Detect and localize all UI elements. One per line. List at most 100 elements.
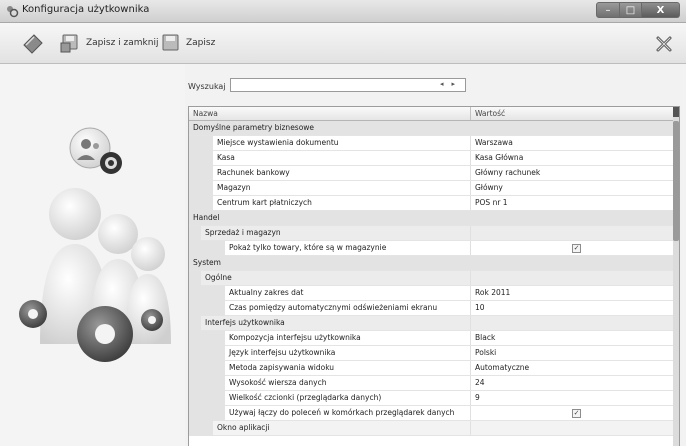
value-cell[interactable] bbox=[470, 346, 674, 360]
column-header-name[interactable]: Nazwa bbox=[193, 109, 218, 118]
group-row[interactable]: System bbox=[189, 256, 673, 271]
toolbar: Zapisz i zamknij Zapisz bbox=[0, 23, 686, 64]
row-name: Aktualny zakres dat bbox=[229, 288, 304, 297]
row-value[interactable]: 9 bbox=[475, 393, 480, 402]
row-indent bbox=[189, 376, 225, 391]
setting-row[interactable]: Czas pomiędzy automatycznymi odświeżenia… bbox=[189, 301, 673, 316]
setting-row[interactable]: Centrum kart płatniczych POS nr 1 bbox=[189, 196, 673, 211]
save-close-icon bbox=[60, 34, 78, 53]
row-name: Kompozycja interfejsu użytkownika bbox=[229, 333, 361, 342]
row-indent bbox=[189, 406, 225, 421]
row-indent bbox=[189, 391, 225, 406]
row-name: Domyślne parametry biznesowe bbox=[193, 123, 315, 132]
search-next-button[interactable]: ▸ bbox=[452, 80, 456, 88]
value-checkbox[interactable]: ✓ bbox=[572, 409, 581, 418]
row-value[interactable]: Główny rachunek bbox=[475, 168, 540, 177]
row-value[interactable]: POS nr 1 bbox=[475, 198, 508, 207]
row-indent bbox=[189, 271, 201, 286]
group-row[interactable]: Handel bbox=[189, 211, 673, 226]
row-name: Używaj łączy do poleceń w komórkach prze… bbox=[229, 408, 455, 417]
row-value[interactable]: 10 bbox=[475, 303, 485, 312]
row-name: Miejsce wystawienia dokumentu bbox=[217, 138, 339, 147]
column-header-value[interactable]: Wartość bbox=[475, 109, 505, 118]
group-row[interactable]: Interfejs użytkownika bbox=[189, 316, 673, 331]
row-indent bbox=[189, 181, 213, 196]
minimize-button[interactable]: – bbox=[596, 2, 620, 18]
setting-row[interactable]: Aktualny zakres dat Rok 2011 bbox=[189, 286, 673, 301]
value-cell[interactable] bbox=[470, 316, 674, 330]
row-value[interactable]: Główny bbox=[475, 183, 503, 192]
group-row[interactable]: Domyślne parametry biznesowe bbox=[189, 121, 673, 136]
row-value[interactable]: Kasa Główna bbox=[475, 153, 523, 162]
row-name: Język interfejsu użytkownika bbox=[229, 348, 336, 357]
search-input[interactable] bbox=[230, 78, 466, 92]
group-row[interactable]: Sprzedaż i magazyn bbox=[189, 226, 673, 241]
row-name: Wielkość czcionki (przeglądarka danych) bbox=[229, 393, 382, 402]
setting-row[interactable]: Kasa Kasa Główna bbox=[189, 151, 673, 166]
row-indent bbox=[189, 346, 225, 361]
row-indent bbox=[189, 286, 225, 301]
row-value[interactable]: Rok 2011 bbox=[475, 288, 510, 297]
row-value[interactable]: Black bbox=[475, 333, 495, 342]
row-indent bbox=[189, 331, 225, 346]
row-value[interactable]: 24 bbox=[475, 378, 485, 387]
save-and-close-label: Zapisz i zamknij bbox=[86, 38, 159, 48]
row-value[interactable]: Warszawa bbox=[475, 138, 513, 147]
back-icon[interactable] bbox=[20, 31, 46, 55]
row-name: Wysokość wiersza danych bbox=[229, 378, 327, 387]
vertical-scrollbar[interactable] bbox=[673, 107, 679, 446]
save-and-close-button[interactable]: Zapisz i zamknij bbox=[60, 33, 158, 53]
column-separator[interactable] bbox=[470, 107, 471, 120]
setting-row[interactable]: Metoda zapisywania widoku Automatyczne bbox=[189, 361, 673, 376]
row-indent bbox=[189, 301, 225, 316]
setting-row[interactable]: Język interfejsu użytkownika Polski bbox=[189, 346, 673, 361]
app-icon bbox=[7, 6, 19, 18]
title-bar[interactable]: Konfiguracja użytkownika – □ X bbox=[0, 0, 686, 23]
value-cell[interactable] bbox=[470, 376, 674, 390]
setting-row[interactable]: Magazyn Główny bbox=[189, 181, 673, 196]
setting-row[interactable]: Miejsce wystawienia dokumentu Warszawa bbox=[189, 136, 673, 151]
value-cell[interactable] bbox=[470, 421, 674, 435]
illustration-panel bbox=[0, 64, 185, 446]
group-row[interactable]: Okno aplikacji bbox=[189, 421, 673, 436]
row-name: Metoda zapisywania widoku bbox=[229, 363, 335, 372]
row-value[interactable]: Automatyczne bbox=[475, 363, 529, 372]
close-window-button[interactable]: X bbox=[642, 2, 680, 18]
search-prev-button[interactable]: ◂ bbox=[440, 80, 444, 88]
group-row[interactable]: Ogólne bbox=[189, 271, 673, 286]
row-name: Kasa bbox=[217, 153, 235, 162]
search-label: Wyszukaj bbox=[188, 82, 226, 91]
row-name: Rachunek bankowy bbox=[217, 168, 290, 177]
row-indent bbox=[189, 226, 201, 241]
value-cell[interactable] bbox=[470, 271, 674, 285]
row-indent bbox=[189, 136, 213, 151]
value-cell[interactable] bbox=[470, 301, 674, 315]
maximize-button[interactable]: □ bbox=[620, 2, 642, 18]
close-icon[interactable] bbox=[654, 34, 674, 54]
row-name: Magazyn bbox=[217, 183, 251, 192]
save-label: Zapisz bbox=[186, 38, 216, 48]
window-title: Konfiguracja użytkownika bbox=[22, 4, 150, 15]
setting-row[interactable]: Pokaż tylko towary, które są w magazynie… bbox=[189, 241, 673, 256]
row-name: Interfejs użytkownika bbox=[205, 318, 285, 327]
row-name: Sprzedaż i magazyn bbox=[205, 228, 281, 237]
scrollbar-thumb[interactable] bbox=[673, 121, 679, 241]
value-cell[interactable] bbox=[470, 226, 674, 240]
row-indent bbox=[189, 421, 213, 436]
value-checkbox[interactable]: ✓ bbox=[572, 244, 581, 253]
row-name: Handel bbox=[193, 213, 220, 222]
value-cell[interactable] bbox=[470, 331, 674, 345]
scroll-up-arrow[interactable] bbox=[673, 107, 679, 117]
setting-row[interactable]: Wielkość czcionki (przeglądarka danych) 9 bbox=[189, 391, 673, 406]
setting-row[interactable]: Wysokość wiersza danych 24 bbox=[189, 376, 673, 391]
row-indent bbox=[189, 196, 213, 211]
setting-row[interactable]: Kompozycja interfejsu użytkownika Black bbox=[189, 331, 673, 346]
row-value[interactable]: Polski bbox=[475, 348, 496, 357]
row-name: Centrum kart płatniczych bbox=[217, 198, 312, 207]
row-name: System bbox=[193, 258, 221, 267]
setting-row[interactable]: Rachunek bankowy Główny rachunek bbox=[189, 166, 673, 181]
users-settings-illustration bbox=[19, 127, 171, 362]
setting-row[interactable]: Używaj łączy do poleceń w komórkach prze… bbox=[189, 406, 673, 421]
save-button[interactable]: Zapisz bbox=[160, 33, 215, 53]
value-cell[interactable] bbox=[470, 391, 674, 405]
